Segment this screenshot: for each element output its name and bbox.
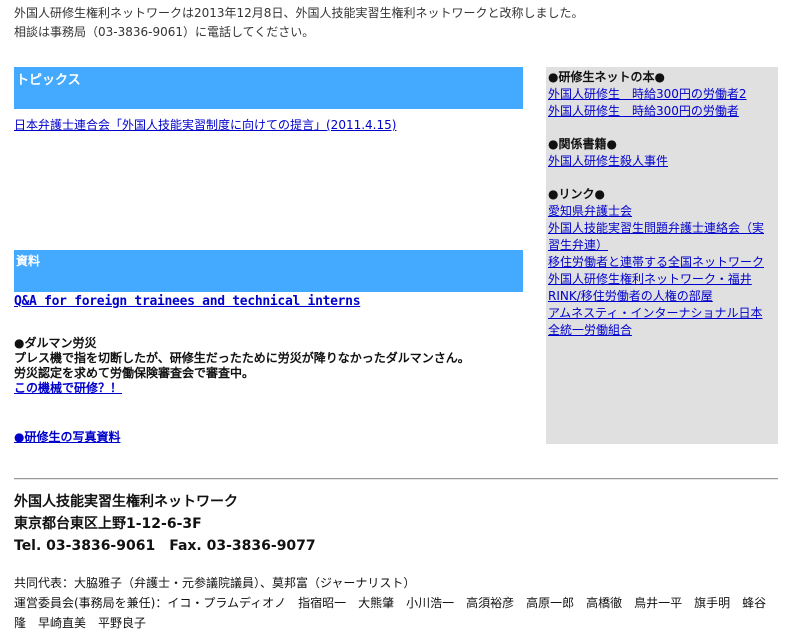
link-lawyers-network[interactable]: 外国人技能実習生問題弁護士連絡会（実習生弁連） [548,220,772,254]
topics-heading: トピックス [14,67,523,109]
footer-org-name: 外国人技能実習生権利ネットワーク [14,494,238,510]
book-link-2[interactable]: 外国人研修生 時給300円の労働者2 [548,86,772,103]
footer-contact: 外国人技能実習生権利ネットワーク 東京都台東区上野1-12-6-3F Tel. … [14,491,316,557]
notice-rename: 外国人研修生権利ネットワークは2013年12月8日、外国人技能実習生権利ネットワ… [14,6,584,20]
link-aichi-bar[interactable]: 愛知県弁護士会 [548,203,772,220]
divider [14,478,778,480]
sidebar: ●研修生ネットの本● 外国人研修生 時給300円の労働者2 外国人研修生 時給3… [546,67,778,444]
accident-link[interactable]: この機械で研修？！ [14,381,122,395]
accident-text-2: 労災認定を求めて労働保険審査会で審査中。 [14,366,255,380]
related-link[interactable]: 外国人研修生殺人事件 [548,153,772,170]
link-amnesty[interactable]: アムネスティ・インターナショナル日本 [548,305,772,322]
qa-link[interactable]: Q&A for foreign trainees and technical i… [14,294,361,309]
book-link-1[interactable]: 外国人研修生 時給300円の労働者 [548,103,772,120]
footer-phone: Tel. 03-3836-9061 Fax. 03-3836-9077 [14,538,316,554]
footer-representatives: 共同代表：大脇雅子（弁護士・元参議院議員）、莫邦富（ジャーナリスト） 運営委員会… [14,573,774,633]
footer-address: 東京都台東区上野1-12-6-3F [14,516,202,532]
accident-text-1: プレス機で指を切断したが、研修生だったために労災が降りなかったダルマンさん。 [14,351,470,365]
books-heading: ●研修生ネットの本● [548,70,665,84]
notice-contact: 相談は事務局（03-3836-9061）に電話してください。 [14,25,315,39]
accident-section: ●ダルマン労災 プレス機で指を切断したが、研修生だったために労災が降りなかったダ… [14,336,470,396]
notice: 外国人研修生権利ネットワークは2013年12月8日、外国人技能実習生権利ネットワ… [14,4,583,42]
related-heading: ●関係書籍● [548,137,617,151]
link-fukui[interactable]: 外国人研修生権利ネットワーク・福井 [548,271,772,288]
topic-link-nichibenren[interactable]: 日本弁護士連合会「外国人技能実習制度に向けての提言」(2011.4.15) [14,116,396,133]
accident-title: ●ダルマン労災 [14,336,97,350]
link-zentoitsu[interactable]: 全統一労働組合 [548,322,772,339]
shiryo-heading: 資料 [14,250,523,292]
links-heading: ●リンク● [548,187,605,201]
link-rink[interactable]: RINK/移住労働者の人権の部屋 [548,288,772,305]
footer-committee: 運営委員会(事務局を兼任)：イコ・プラムディオノ 指宿昭一 大熊肇 小川浩一 高… [14,596,767,630]
link-migrant-network[interactable]: 移住労働者と連帯する全国ネットワーク [548,254,772,271]
footer-co-reps: 共同代表：大脇雅子（弁護士・元参議院議員）、莫邦富（ジャーナリスト） [14,576,416,590]
photo-link[interactable]: ●研修生の写真資料 [14,428,120,445]
